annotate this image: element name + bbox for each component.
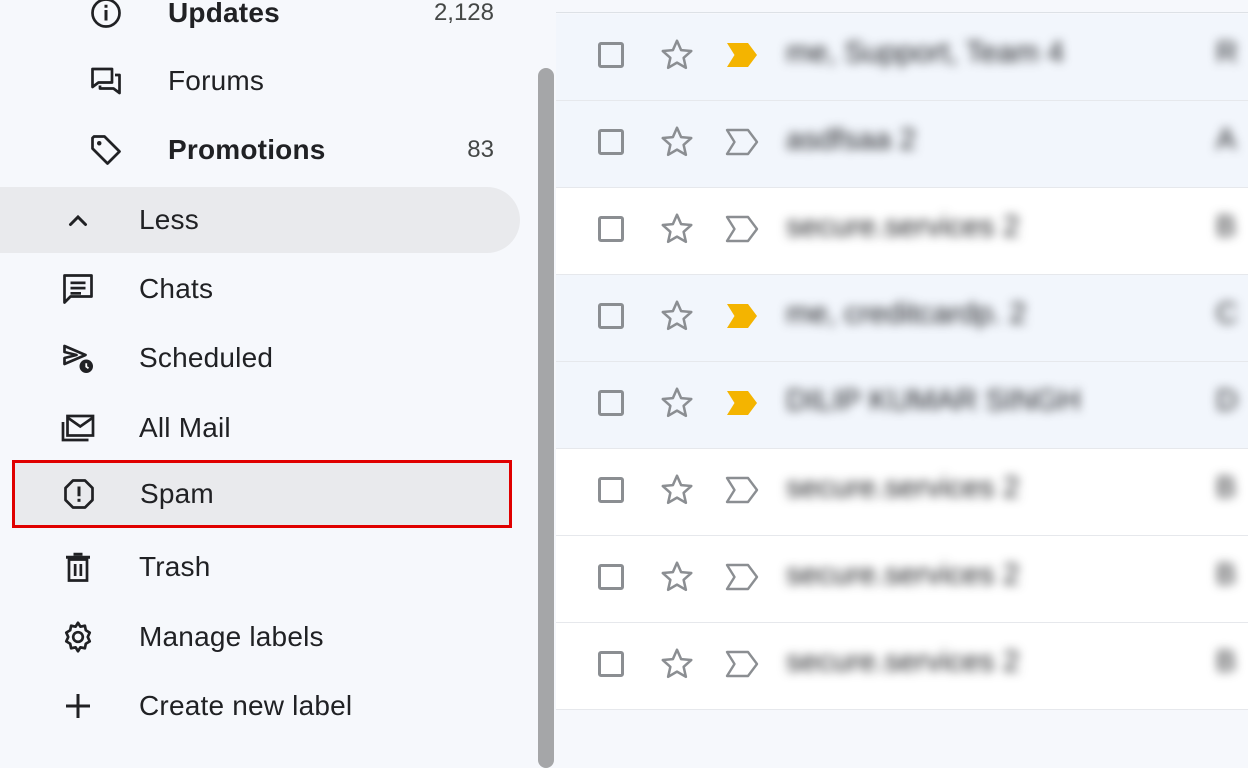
subject-snippet: D — [1216, 384, 1238, 417]
sidebar-item-manage-labels-label: Manage labels — [139, 621, 324, 652]
select-checkbox[interactable] — [598, 651, 624, 677]
sidebar-item-scheduled[interactable]: Scheduled — [0, 325, 520, 391]
sidebar-item-chats-label: Chats — [139, 273, 214, 304]
select-checkbox[interactable] — [598, 564, 624, 590]
gear-icon — [58, 617, 98, 657]
star-icon[interactable] — [658, 384, 696, 422]
star-icon[interactable] — [658, 123, 696, 161]
sidebar-item-create-label-label: Create new label — [139, 690, 353, 721]
sidebar-item-scheduled-label: Scheduled — [139, 342, 274, 373]
select-checkbox[interactable] — [598, 129, 624, 155]
mail-row[interactable]: secure.services 2 B — [556, 449, 1248, 536]
select-checkbox[interactable] — [598, 477, 624, 503]
all-mail-icon — [58, 408, 98, 448]
category-forums-label: Forums — [168, 65, 265, 96]
select-checkbox[interactable] — [598, 390, 624, 416]
sidebar-item-manage-labels[interactable]: Manage labels — [0, 604, 520, 670]
info-icon — [86, 0, 126, 33]
sidebar-item-spam-label: Spam — [140, 478, 214, 509]
select-checkbox[interactable] — [598, 303, 624, 329]
scheduled-send-icon — [58, 338, 98, 378]
sender-name: secure.services 2 — [786, 558, 1020, 591]
important-marker-icon[interactable] — [724, 40, 760, 70]
mail-row[interactable]: me, creditcardp. 2 C — [556, 275, 1248, 362]
important-marker-icon[interactable] — [724, 475, 760, 505]
mail-row[interactable]: DILIP KUMAR SINGH D — [556, 362, 1248, 449]
category-updates[interactable]: Updates 2,128 — [0, 0, 520, 46]
less-label: Less — [139, 204, 199, 235]
sender-name: me, Support, Team 4 — [786, 36, 1064, 69]
mail-row[interactable]: asdfsaa 2 A — [556, 101, 1248, 188]
sidebar-item-create-label[interactable]: Create new label — [0, 673, 520, 739]
sender-name: me, creditcardp. 2 — [786, 297, 1027, 330]
subject-snippet: C — [1216, 297, 1238, 330]
important-marker-icon[interactable] — [724, 649, 760, 679]
subject-snippet: B — [1216, 645, 1237, 678]
chevron-up-icon — [58, 200, 98, 240]
mail-list: me, Support, Team 4 Rasdfsaa 2 Asecure.ser… — [556, 0, 1248, 750]
important-marker-icon[interactable] — [724, 127, 760, 157]
subject-snippet: B — [1216, 558, 1237, 591]
star-icon[interactable] — [658, 645, 696, 683]
important-marker-icon[interactable] — [724, 301, 760, 331]
sender-name: DILIP KUMAR SINGH — [786, 384, 1081, 417]
category-updates-label: Updates — [168, 0, 280, 28]
mail-row[interactable]: secure.services 2 B — [556, 536, 1248, 623]
sidebar-item-spam[interactable]: Spam — [12, 460, 512, 528]
subject-snippet: B — [1216, 210, 1237, 243]
star-icon[interactable] — [658, 210, 696, 248]
sidebar: Updates 2,128 Forums Promotions 83 Less … — [0, 0, 540, 750]
less-toggle[interactable]: Less — [0, 187, 520, 253]
spam-icon — [59, 474, 99, 514]
sender-name: secure.services 2 — [786, 471, 1020, 504]
star-icon[interactable] — [658, 36, 696, 74]
mail-row[interactable]: me, Support, Team 4 R — [556, 14, 1248, 101]
mail-row[interactable]: secure.services 2 B — [556, 188, 1248, 275]
subject-snippet: A — [1216, 123, 1237, 156]
select-checkbox[interactable] — [598, 42, 624, 68]
category-promotions-label: Promotions — [168, 134, 326, 165]
mail-row[interactable]: secure.services 2 B — [556, 623, 1248, 710]
trash-icon — [58, 547, 98, 587]
category-promotions-count: 83 — [467, 136, 494, 163]
plus-icon — [58, 686, 98, 726]
sidebar-scrollbar[interactable] — [538, 68, 554, 768]
subject-snippet: B — [1216, 471, 1237, 504]
sidebar-item-trash[interactable]: Trash — [0, 534, 520, 600]
important-marker-icon[interactable] — [724, 562, 760, 592]
star-icon[interactable] — [658, 558, 696, 596]
forum-icon — [86, 61, 126, 101]
sender-name: secure.services 2 — [786, 210, 1020, 243]
category-forums[interactable]: Forums — [0, 48, 520, 114]
sidebar-item-trash-label: Trash — [139, 551, 211, 582]
select-checkbox[interactable] — [598, 216, 624, 242]
sender-name: asdfsaa 2 — [786, 123, 917, 156]
sidebar-item-all-mail-label: All Mail — [139, 412, 231, 443]
category-promotions[interactable]: Promotions 83 — [0, 117, 520, 183]
star-icon[interactable] — [658, 297, 696, 335]
sidebar-item-all-mail[interactable]: All Mail — [0, 395, 520, 461]
subject-snippet: R — [1216, 36, 1238, 69]
sender-name: secure.services 2 — [786, 645, 1020, 678]
important-marker-icon[interactable] — [724, 214, 760, 244]
category-updates-count: 2,128 — [433, 0, 494, 26]
star-icon[interactable] — [658, 471, 696, 509]
chat-icon — [58, 269, 98, 309]
sidebar-item-chats[interactable]: Chats — [0, 256, 520, 322]
tag-icon — [86, 130, 126, 170]
important-marker-icon[interactable] — [724, 388, 760, 418]
